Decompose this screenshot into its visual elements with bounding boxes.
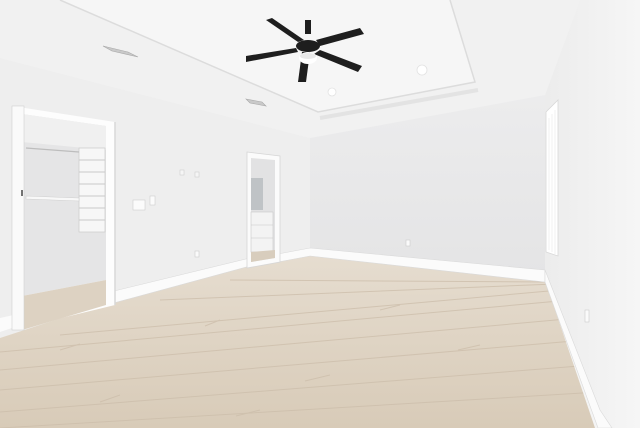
closet-doorway (11, 105, 116, 331)
light-switch (132, 199, 146, 211)
wall-sensor-2 (194, 171, 200, 178)
wall-outlet (194, 250, 200, 258)
bathroom-doorway (246, 151, 281, 269)
recessed-light-2 (327, 87, 337, 97)
back-wall-outlet (405, 239, 411, 247)
wall-sensor (179, 169, 185, 176)
window (545, 99, 559, 257)
right-wall-outlet (584, 309, 590, 323)
thermostat (149, 195, 156, 206)
room-photo (0, 0, 640, 428)
room-illustration (0, 0, 640, 428)
recessed-light (416, 64, 428, 76)
